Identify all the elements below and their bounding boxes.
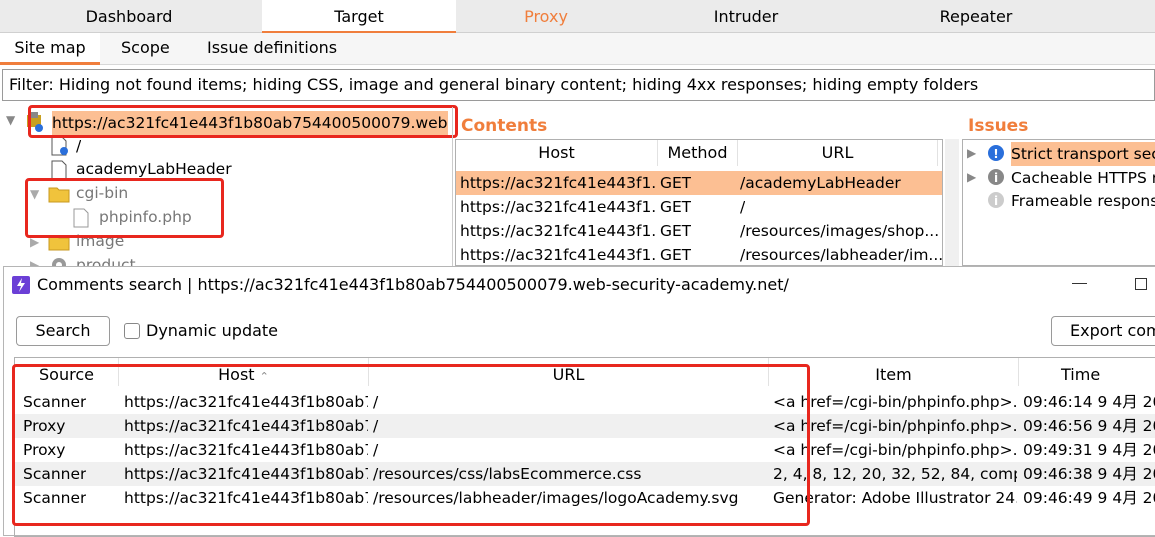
contents-table: Host Method URL https://ac321fc41e443f1.… xyxy=(455,139,943,266)
row-host: https://ac321fc41e443f1... xyxy=(460,174,656,192)
highlight-box xyxy=(28,105,458,138)
export-comments-button[interactable]: Export comments xyxy=(1051,316,1155,346)
info-icon: i xyxy=(987,167,1007,187)
highlight-box xyxy=(25,178,224,238)
main-tab-bar: Dashboard Target Proxy Intruder Repeater xyxy=(0,0,1155,34)
tab-issue-definitions[interactable]: Issue definitions xyxy=(207,33,337,65)
svg-text:i: i xyxy=(994,194,998,208)
row-time: 09:46:56 9 4月 2022 xyxy=(1023,417,1155,435)
issue-item[interactable]: Cacheable HTTPS response xyxy=(1011,166,1155,190)
col-host-header[interactable]: Host xyxy=(456,140,658,166)
table-row[interactable]: https://ac321fc41e443f1... GET / xyxy=(456,195,942,219)
search-button[interactable]: Search xyxy=(16,316,110,346)
col-time-header[interactable]: Time requested xyxy=(1019,358,1155,418)
info-icon: i xyxy=(987,190,1007,210)
row-url: /resources/labheader/im... xyxy=(740,246,943,264)
high-issue-icon: ! xyxy=(987,143,1007,163)
dynamic-update-checkbox[interactable] xyxy=(124,323,140,339)
tab-target[interactable]: Target xyxy=(262,0,456,34)
tab-scope[interactable]: Scope xyxy=(121,33,170,65)
minimize-icon[interactable] xyxy=(1072,283,1087,284)
svg-text:!: ! xyxy=(993,147,998,161)
issues-heading: Issues xyxy=(968,116,1029,136)
col-url-header[interactable]: URL xyxy=(738,140,938,166)
row-method: GET xyxy=(660,174,692,192)
chevron-right-icon[interactable]: ▶ xyxy=(967,170,976,184)
row-host: https://ac321fc41e443f1... xyxy=(460,198,656,216)
row-url: /resources/images/shop... xyxy=(740,222,940,240)
col-method-header[interactable]: Method xyxy=(658,140,738,166)
contents-scrollbar[interactable] xyxy=(945,139,959,266)
row-method: GET xyxy=(660,222,692,240)
chevron-right-icon[interactable]: ▶ xyxy=(967,146,976,160)
issues-panel: Issues ▶ ! Strict transport security ▶ i… xyxy=(960,107,1155,266)
table-row[interactable]: https://ac321fc41e443f1... GET /resource… xyxy=(456,243,943,265)
row-time: 09:49:31 9 4月 2022 xyxy=(1023,441,1155,459)
expand-chevron-icon[interactable]: ▶ xyxy=(30,258,39,266)
table-row[interactable]: https://ac321fc41e443f1... GET /academyL… xyxy=(456,171,942,195)
issues-list: ▶ ! Strict transport security ▶ i Cachea… xyxy=(962,139,1155,266)
contents-heading: Contents xyxy=(461,116,548,136)
highlight-box xyxy=(12,364,810,526)
row-host: https://ac321fc41e443f1... xyxy=(460,246,656,264)
row-method: GET xyxy=(660,246,692,264)
tab-site-map[interactable]: Site map xyxy=(0,33,100,65)
file-icon xyxy=(49,136,71,156)
file-icon xyxy=(49,160,69,180)
issue-item[interactable]: Strict transport security xyxy=(1011,142,1155,166)
row-url: /academyLabHeader xyxy=(740,174,901,192)
filter-bar[interactable]: Filter: Hiding not found items; hiding C… xyxy=(2,69,1155,101)
tab-proxy[interactable]: Proxy xyxy=(456,0,636,33)
contents-panel: Contents Host Method URL https://ac321fc… xyxy=(452,107,960,266)
table-row[interactable]: https://ac321fc41e443f1... GET /resource… xyxy=(456,219,942,243)
dynamic-update-label: Dynamic update xyxy=(146,321,279,340)
tab-dashboard[interactable]: Dashboard xyxy=(0,0,258,33)
row-time: 09:46:49 9 4月 2022 xyxy=(1023,489,1155,507)
tab-intruder[interactable]: Intruder xyxy=(636,0,856,33)
tab-repeater[interactable]: Repeater xyxy=(856,0,1096,33)
row-host: https://ac321fc41e443f1... xyxy=(460,222,656,240)
row-method: GET xyxy=(660,198,692,216)
maximize-icon[interactable] xyxy=(1135,278,1147,290)
issue-item[interactable]: Frameable response xyxy=(1011,189,1155,213)
burp-logo-icon xyxy=(12,276,30,294)
tree-item-product[interactable]: product xyxy=(76,253,136,266)
row-time: 09:46:14 9 4月 2022 xyxy=(1023,393,1155,411)
gear-icon xyxy=(48,255,70,266)
dialog-title: Comments search | https://ac321fc41e443f… xyxy=(37,275,789,294)
svg-text:i: i xyxy=(994,171,998,185)
collapse-chevron-icon[interactable]: ▼ xyxy=(6,113,15,127)
target-sub-tab-bar: Site map Scope Issue definitions xyxy=(0,33,1155,65)
row-url: / xyxy=(740,198,746,216)
row-time: 09:46:38 9 4月 2022 xyxy=(1023,465,1155,483)
